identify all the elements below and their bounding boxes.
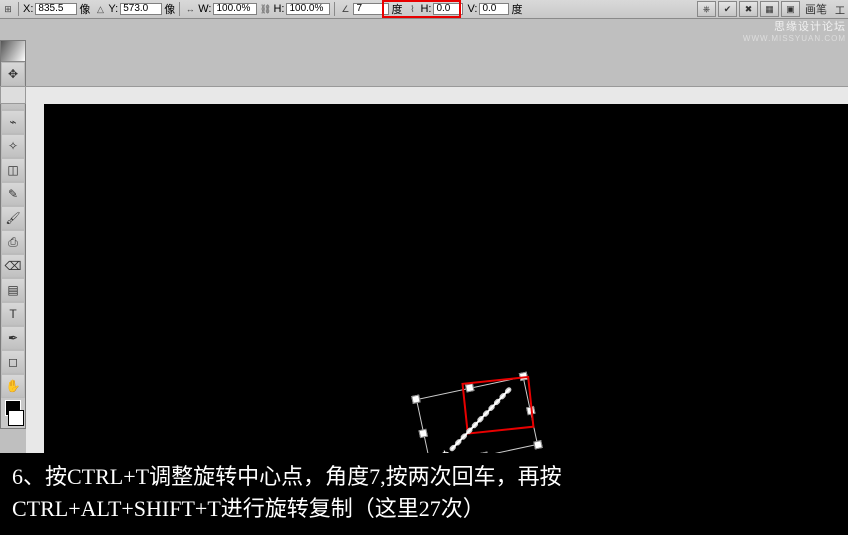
- hand-tool[interactable]: ✋: [1, 374, 25, 398]
- eyedropper-tool[interactable]: ✎: [1, 182, 25, 206]
- cancel-button[interactable]: ✖: [739, 1, 758, 17]
- watermark: 思缘设计论坛 WWW.MISSYUAN.COM: [743, 18, 846, 43]
- lasso-tool[interactable]: ⌁: [1, 110, 25, 134]
- skew-v-unit: 度: [511, 1, 522, 17]
- right-confirm-buttons: ⎈ ✔ ✖ ▦ ▣ 画笔 工: [697, 0, 848, 18]
- transform-handle-br[interactable]: [533, 440, 542, 449]
- skew-v-label: V:: [467, 3, 477, 15]
- eraser-tool[interactable]: ⌫: [1, 254, 25, 278]
- angle-group: ∠ 度: [337, 1, 404, 17]
- transform-handle-ml[interactable]: [418, 429, 427, 438]
- shape-tool[interactable]: ◻: [1, 350, 25, 374]
- watermark-cn: 思缘设计论坛: [743, 18, 846, 34]
- brush-tool[interactable]: 🖌: [1, 206, 25, 230]
- link-icon[interactable]: ⛓: [259, 3, 271, 15]
- vertical-ruler[interactable]: [26, 104, 45, 453]
- watermark-en: WWW.MISSYUAN.COM: [743, 34, 846, 43]
- skew-h-group: ⌇ H:: [404, 3, 465, 15]
- aux-button-2[interactable]: ▣: [781, 1, 800, 17]
- horizontal-ruler[interactable]: [26, 86, 848, 106]
- ref-locator-icon: ⊞: [2, 3, 14, 15]
- reference-point-locator[interactable]: ⊞: [0, 3, 16, 15]
- move-tool[interactable]: ✥: [1, 62, 25, 86]
- skew-h-label: H:: [420, 3, 431, 15]
- y-label: Y:: [108, 3, 118, 15]
- h-label: H:: [273, 3, 284, 15]
- tutorial-highlight-stroke: [461, 376, 534, 435]
- skew-h-input[interactable]: [433, 3, 463, 15]
- skew-h-icon: ⌇: [406, 3, 418, 15]
- toolbar-overflow[interactable]: 工: [832, 2, 848, 17]
- angle-icon: ∠: [339, 3, 351, 15]
- commit-button[interactable]: ✔: [718, 1, 737, 17]
- crop-tool[interactable]: ◫: [1, 158, 25, 182]
- angle-input[interactable]: [353, 3, 389, 15]
- divider: [179, 2, 180, 16]
- w-label: W:: [198, 3, 211, 15]
- divider: [334, 2, 335, 16]
- height-group: H:: [271, 3, 332, 15]
- width-group: ↔ W:: [182, 3, 259, 15]
- type-tool[interactable]: T: [1, 302, 25, 326]
- y-position-group: △ Y: 像: [92, 1, 177, 17]
- document-canvas[interactable]: [44, 104, 848, 453]
- tools-panel-header[interactable]: [1, 41, 25, 62]
- x-position-group: X: 像: [21, 1, 92, 17]
- gradient-tool[interactable]: ▤: [1, 278, 25, 302]
- transform-options-bar: ⊞ X: 像 △ Y: 像 ↔ W: ⛓ H: ∠ 度 ⌇ H: V: 度: [0, 0, 848, 19]
- aux-button-1[interactable]: ▦: [760, 1, 779, 17]
- w-icon: ↔: [184, 3, 196, 15]
- skew-v-group: V: 度: [465, 1, 524, 17]
- caption-line2: CTRL+ALT+SHIFT+T进行旋转复制（这里27次）: [12, 493, 836, 525]
- transform-handle-tl[interactable]: [411, 394, 420, 403]
- x-unit: 像: [79, 1, 90, 17]
- x-input[interactable]: [35, 3, 77, 15]
- fg-bg-color-swatch[interactable]: [1, 398, 25, 428]
- y-delta-icon: △: [94, 3, 106, 15]
- y-input[interactable]: [120, 3, 162, 15]
- angle-unit: 度: [391, 1, 402, 17]
- ruler-origin[interactable]: [0, 86, 26, 104]
- skew-v-input[interactable]: [479, 3, 509, 15]
- pen-tool[interactable]: ✒: [1, 326, 25, 350]
- caption-line1: 6、按CTRL+T调整旋转中心点，角度7,按两次回车，再按: [12, 461, 836, 493]
- background-color[interactable]: [8, 410, 24, 426]
- warp-mode-button[interactable]: ⎈: [697, 1, 716, 17]
- w-input[interactable]: [213, 3, 257, 15]
- brush-button[interactable]: 画笔: [802, 1, 830, 17]
- x-label: X:: [23, 3, 33, 15]
- h-input[interactable]: [286, 3, 330, 15]
- stamp-tool[interactable]: ⎙: [1, 230, 25, 254]
- y-unit: 像: [164, 1, 175, 17]
- divider: [18, 2, 19, 16]
- wand-tool[interactable]: ✧: [1, 134, 25, 158]
- tutorial-caption: 6、按CTRL+T调整旋转中心点，角度7,按两次回车，再按 CTRL+ALT+S…: [0, 453, 848, 535]
